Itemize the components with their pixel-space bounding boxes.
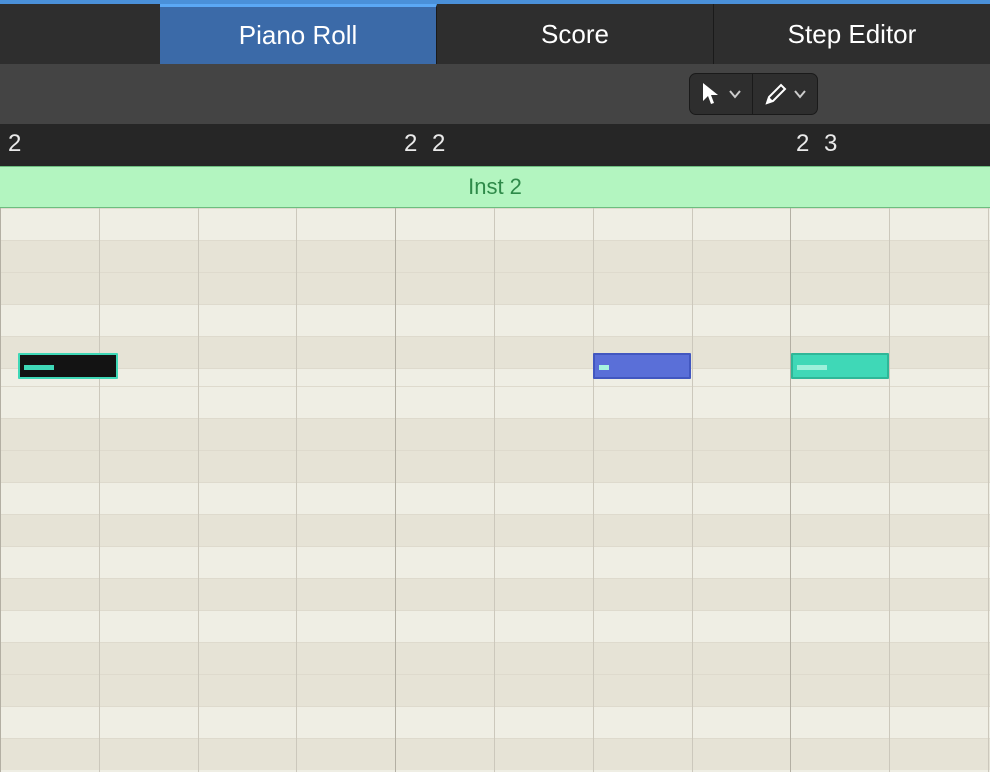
ruler-tick: 2	[8, 130, 25, 158]
beat-line	[99, 208, 100, 772]
note-row[interactable]	[0, 642, 990, 674]
editor-tab-bar: Piano Roll Score Step Editor	[0, 4, 990, 64]
note-row[interactable]	[0, 706, 990, 738]
pencil-icon	[763, 81, 787, 107]
beat-line	[889, 208, 890, 772]
note-row[interactable]	[0, 514, 990, 546]
beat-line	[198, 208, 199, 772]
velocity-bar	[797, 365, 827, 370]
velocity-bar	[24, 365, 54, 370]
pencil-tool-button[interactable]	[752, 74, 817, 114]
bar-line	[790, 208, 791, 772]
note-row[interactable]	[0, 208, 990, 240]
pointer-tool-button[interactable]	[690, 74, 752, 114]
note-row[interactable]	[0, 386, 990, 418]
note-row[interactable]	[0, 418, 990, 450]
pointer-icon	[700, 81, 722, 107]
tab-bar-spacer	[0, 4, 160, 64]
tool-selector-group	[689, 73, 818, 115]
note-row[interactable]	[0, 482, 990, 514]
velocity-bar	[599, 365, 609, 370]
piano-roll-grid[interactable]	[0, 208, 990, 772]
midi-note[interactable]	[593, 353, 691, 379]
note-row[interactable]	[0, 738, 990, 770]
note-row[interactable]	[0, 240, 990, 272]
note-row[interactable]	[0, 450, 990, 482]
bar-line	[0, 208, 1, 772]
midi-note[interactable]	[791, 353, 889, 379]
beat-line	[988, 208, 989, 772]
beat-line	[296, 208, 297, 772]
tab-piano-roll[interactable]: Piano Roll	[160, 4, 437, 64]
chevron-down-icon	[793, 87, 807, 101]
bar-line	[395, 208, 396, 772]
ruler-tick: 2 3	[796, 130, 841, 158]
beat-line	[692, 208, 693, 772]
editor-toolbar	[0, 64, 990, 124]
region-header[interactable]: Inst 2	[0, 166, 990, 208]
note-row[interactable]	[0, 610, 990, 642]
note-row[interactable]	[0, 304, 990, 336]
ruler-tick: 2 2	[404, 130, 449, 158]
chevron-down-icon	[728, 87, 742, 101]
midi-note[interactable]	[18, 353, 118, 379]
time-ruler[interactable]: 2 2 2 2 3	[0, 124, 990, 166]
note-row[interactable]	[0, 546, 990, 578]
note-row[interactable]	[0, 578, 990, 610]
tab-score[interactable]: Score	[437, 4, 714, 64]
note-row[interactable]	[0, 272, 990, 304]
beat-line	[494, 208, 495, 772]
beat-line	[593, 208, 594, 772]
tab-step-editor[interactable]: Step Editor	[714, 4, 990, 64]
note-row[interactable]	[0, 674, 990, 706]
region-name: Inst 2	[468, 174, 522, 200]
